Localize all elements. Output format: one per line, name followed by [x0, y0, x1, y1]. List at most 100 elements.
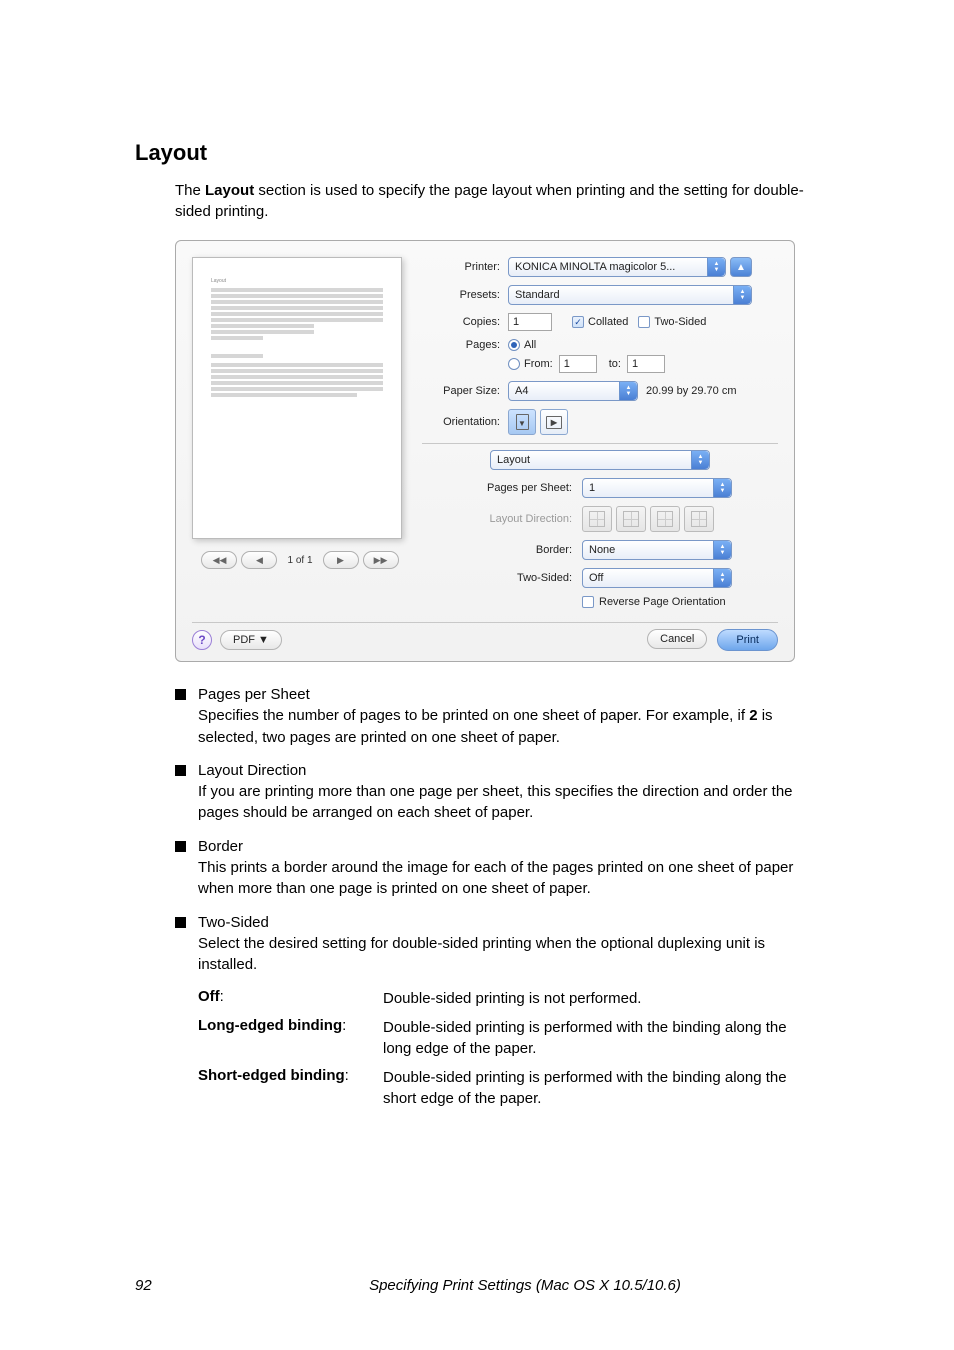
bullet-title: Pages per Sheet — [198, 684, 819, 705]
separator — [422, 443, 778, 444]
section-heading: Layout — [135, 140, 819, 166]
pages-all-radio[interactable] — [508, 339, 520, 351]
two-sided-checkbox[interactable] — [638, 316, 650, 328]
copies-field[interactable]: 1 — [508, 313, 552, 331]
papersize-value: A4 — [515, 385, 528, 397]
presets-value: Standard — [515, 289, 560, 301]
bullet-square-icon — [175, 841, 186, 852]
def-row: Long-edged binding: Double-sided printin… — [198, 1017, 819, 1059]
layout-direction-sublabel: Layout Direction: — [422, 513, 582, 525]
def-term: Short-edged binding: — [198, 1067, 383, 1109]
collated-label: Collated — [588, 316, 628, 328]
bullet-title: Border — [198, 836, 819, 857]
bullet-square-icon — [175, 689, 186, 700]
dropdown-caret-icon — [713, 479, 731, 497]
portrait-icon: ▼ — [516, 414, 529, 430]
cancel-button[interactable]: Cancel — [647, 629, 707, 649]
presets-label: Presets: — [422, 289, 508, 301]
dropdown-caret-icon — [733, 286, 751, 304]
to-label: to: — [609, 358, 621, 370]
two-sided-select[interactable]: Off — [582, 568, 732, 588]
orientation-portrait-button[interactable]: ▼ — [508, 409, 536, 435]
bullet-square-icon — [175, 765, 186, 776]
pps-sublabel: Pages per Sheet: — [422, 482, 582, 494]
separator — [192, 622, 778, 623]
print-preview: Layout — [192, 257, 402, 539]
pps-value-text: 1 — [589, 482, 595, 494]
layout-direction-4-button[interactable] — [684, 506, 714, 532]
pages-label: Pages: — [422, 339, 508, 351]
dropdown-caret-icon — [713, 569, 731, 587]
help-button[interactable]: ? — [192, 630, 212, 650]
two-sided-value: Off — [589, 572, 603, 584]
collated-checkbox[interactable]: ✓ — [572, 316, 584, 328]
papersize-label: Paper Size: — [422, 385, 508, 397]
reverse-orientation-label: Reverse Page Orientation — [599, 596, 726, 608]
bullet-desc: If you are printing more than one page p… — [198, 781, 819, 824]
bullet-desc: Select the desired setting for double-si… — [198, 933, 819, 976]
paper-dimensions: 20.99 by 29.70 cm — [646, 385, 737, 397]
def-term: Off: — [198, 988, 383, 1009]
layout-direction-icon — [657, 511, 673, 527]
border-sublabel: Border: — [422, 544, 582, 556]
print-button[interactable]: Print — [717, 629, 778, 651]
border-select[interactable]: None — [582, 540, 732, 560]
def-row: Short-edged binding: Double-sided printi… — [198, 1067, 819, 1109]
bullet-item: Pages per Sheet Specifies the number of … — [175, 684, 819, 748]
pdf-button[interactable]: PDF ▼ — [220, 630, 282, 650]
bullet-item: Border This prints a border around the i… — [175, 836, 819, 900]
pager-last-button[interactable]: ▶▶ — [363, 551, 399, 569]
presets-select[interactable]: Standard — [508, 285, 752, 305]
bullet-desc: Specifies the number of pages to be prin… — [198, 705, 819, 748]
print-dialog: Layout ◀◀ ◀ 1 of 1 ▶ ▶▶ — [175, 240, 795, 662]
pager-first-button[interactable]: ◀◀ — [201, 551, 237, 569]
page-number: 92 — [135, 1277, 231, 1294]
pager-label: 1 of 1 — [281, 555, 318, 566]
bullet-item: Two-Sided Select the desired setting for… — [175, 912, 819, 976]
bullet-title: Two-Sided — [198, 912, 819, 933]
footer-title: Specifying Print Settings (Mac OS X 10.5… — [231, 1277, 819, 1294]
bullet-square-icon — [175, 917, 186, 928]
bullet-title: Layout Direction — [198, 760, 819, 781]
landscape-icon: ▶ — [546, 416, 562, 429]
pages-per-sheet-select[interactable]: 1 — [582, 478, 732, 498]
from-field[interactable]: 1 — [559, 355, 597, 373]
from-label: From: — [524, 358, 553, 370]
layout-direction-icon — [589, 511, 605, 527]
orientation-landscape-button[interactable]: ▶ — [540, 409, 568, 435]
pager-next-button[interactable]: ▶ — [323, 551, 359, 569]
border-value: None — [589, 544, 615, 556]
printer-value: KONICA MINOLTA magicolor 5... — [515, 261, 675, 273]
preview-pager: ◀◀ ◀ 1 of 1 ▶ ▶▶ — [192, 551, 408, 569]
collapse-button[interactable]: ▲ — [730, 257, 752, 277]
two-sided-label: Two-Sided — [654, 316, 706, 328]
layout-direction-2-button[interactable] — [616, 506, 646, 532]
papersize-select[interactable]: A4 — [508, 381, 638, 401]
def-desc: Double-sided printing is not performed. — [383, 988, 819, 1009]
printer-select[interactable]: KONICA MINOLTA magicolor 5... — [508, 257, 726, 277]
pages-range-radio[interactable] — [508, 358, 520, 370]
layout-direction-icon — [623, 511, 639, 527]
twosided-sublabel: Two-Sided: — [422, 572, 582, 584]
def-row: Off: Double-sided printing is not perfor… — [198, 988, 819, 1009]
reverse-orientation-checkbox[interactable] — [582, 596, 594, 608]
def-desc: Double-sided printing is performed with … — [383, 1017, 819, 1059]
dropdown-caret-icon — [619, 382, 637, 400]
to-field[interactable]: 1 — [627, 355, 665, 373]
section-value: Layout — [497, 454, 530, 466]
dropdown-caret-icon — [691, 451, 709, 469]
intro-text: The Layout section is used to specify th… — [175, 180, 819, 222]
pager-prev-button[interactable]: ◀ — [241, 551, 277, 569]
section-select[interactable]: Layout — [490, 450, 710, 470]
bullet-desc: This prints a border around the image fo… — [198, 857, 819, 900]
def-desc: Double-sided printing is performed with … — [383, 1067, 819, 1109]
dropdown-caret-icon — [707, 258, 725, 276]
layout-direction-3-button[interactable] — [650, 506, 680, 532]
printer-label: Printer: — [422, 261, 508, 273]
layout-direction-1-button[interactable] — [582, 506, 612, 532]
layout-direction-icon — [691, 511, 707, 527]
dropdown-caret-icon — [713, 541, 731, 559]
pages-all-label: All — [524, 339, 536, 351]
bullet-item: Layout Direction If you are printing mor… — [175, 760, 819, 824]
orientation-label: Orientation: — [422, 416, 508, 428]
